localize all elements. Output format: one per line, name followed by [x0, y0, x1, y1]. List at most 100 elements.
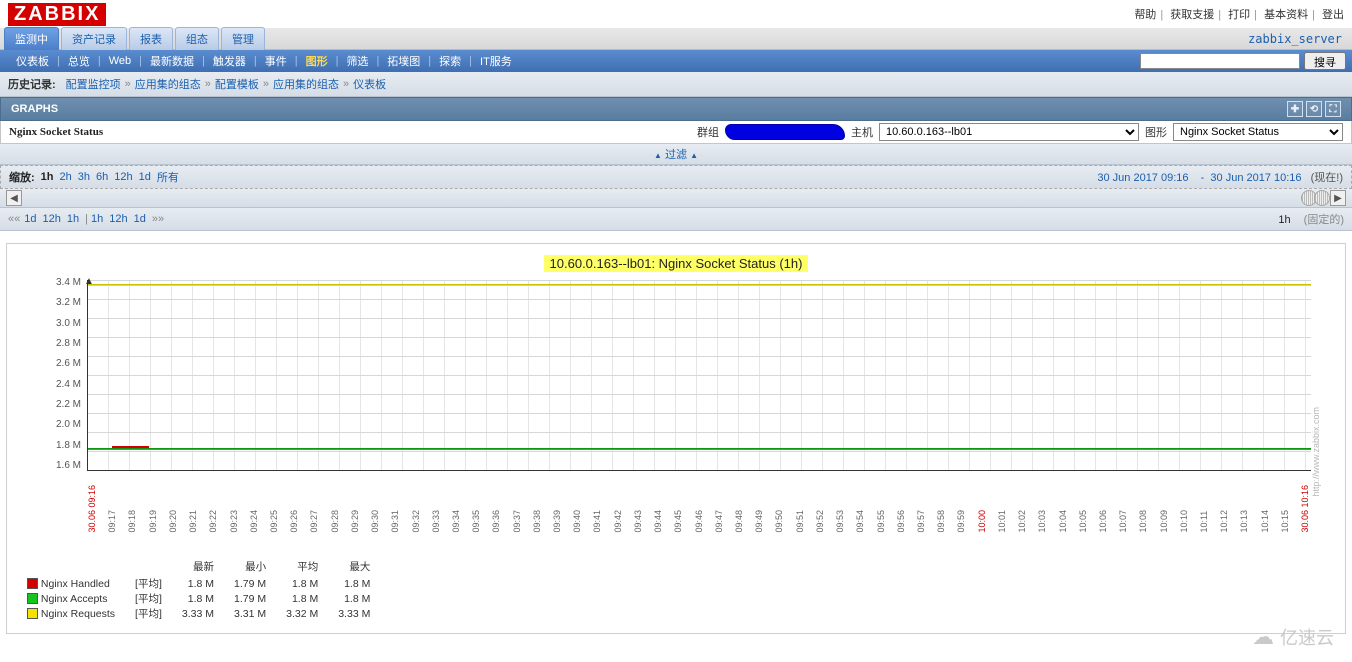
slider-handle-icon[interactable]: [1304, 190, 1330, 206]
zoom-3h[interactable]: 3h: [78, 171, 90, 183]
subtab-web[interactable]: Web: [101, 55, 139, 67]
nav-back-1h[interactable]: 1h: [67, 213, 79, 225]
chart-plot-area[interactable]: 3.4 M3.2 M 3.0 M2.8 M 2.6 M2.4 M 2.2 M2.…: [87, 277, 1311, 487]
x-tick: 10:08: [1138, 485, 1148, 533]
host-select[interactable]: 10.60.0.163--lb01: [879, 123, 1139, 141]
main-tabs: 监测中 资产记录 报表 组态 管理 zabbix_server: [0, 28, 1352, 50]
x-tick: 09:18: [127, 485, 137, 533]
top-links: 帮助| 获取支援| 打印| 基本资料| 登出: [1134, 6, 1344, 22]
slider-track[interactable]: [24, 191, 1302, 205]
x-tick: 09:19: [148, 485, 158, 533]
history-bar: 历史记录: 配置监控项» 应用集的组态» 配置模板» 应用集的组态» 仪表板: [0, 72, 1352, 97]
subtab-overview[interactable]: 总览: [60, 53, 98, 69]
zoom-2h[interactable]: 2h: [60, 171, 72, 183]
provider-watermark: http://www.zabbix.com: [1311, 407, 1321, 497]
subtab-itservices[interactable]: IT服务: [472, 53, 520, 69]
x-tick: 10:06: [1098, 485, 1108, 533]
x-tick: 09:30: [370, 485, 380, 533]
slider-right-icon[interactable]: ▶: [1330, 190, 1346, 206]
swatch-icon: [27, 608, 38, 619]
x-tick: 09:45: [673, 485, 683, 533]
subtab-discovery[interactable]: 探索: [431, 53, 469, 69]
history-link[interactable]: 配置模板: [215, 76, 259, 92]
search-button[interactable]: 搜寻: [1304, 52, 1346, 70]
series-requests: [88, 284, 1311, 286]
subtab-screens[interactable]: 筛选: [338, 53, 376, 69]
history-link[interactable]: 应用集的组态: [273, 76, 339, 92]
search-input[interactable]: [1140, 53, 1300, 69]
x-tick: 09:44: [653, 485, 663, 533]
help-link[interactable]: 帮助: [1134, 9, 1156, 21]
history-link[interactable]: 仪表板: [353, 76, 386, 92]
history-link[interactable]: 配置监控项: [66, 76, 121, 92]
x-tick: 09:51: [795, 485, 805, 533]
x-tick: 09:43: [633, 485, 643, 533]
slider-left-icon[interactable]: ◀: [6, 190, 22, 206]
x-tick: 09:59: [956, 485, 966, 533]
tab-monitoring[interactable]: 监测中: [4, 27, 59, 50]
support-link[interactable]: 获取支援: [1170, 9, 1214, 21]
nav-back-12h[interactable]: 12h: [43, 213, 61, 225]
nav-fwd-12h[interactable]: 12h: [109, 213, 127, 225]
plot-surface: ▲: [87, 280, 1311, 471]
x-tick: 09:20: [168, 485, 178, 533]
x-tick: 09:58: [936, 485, 946, 533]
rewind-icon: ««: [8, 213, 20, 225]
zoom-to[interactable]: 30 Jun 2017 10:16: [1210, 172, 1301, 184]
zoom-all[interactable]: 所有: [157, 169, 179, 185]
tab-administration[interactable]: 管理: [221, 27, 265, 50]
reset-icon[interactable]: ⟲: [1306, 101, 1322, 117]
x-tick: 09:38: [532, 485, 542, 533]
filter-toggle[interactable]: ▲ 过滤 ▲: [654, 149, 698, 161]
graph-label: 图形: [1145, 124, 1167, 140]
zoom-1h[interactable]: 1h: [41, 171, 54, 183]
zoom-1d[interactable]: 1d: [139, 171, 151, 183]
subtab-maps[interactable]: 拓墣图: [379, 53, 428, 69]
x-tick: 09:41: [592, 485, 602, 533]
x-tick: 09:26: [289, 485, 299, 533]
tab-inventory[interactable]: 资产记录: [61, 27, 127, 50]
nav-back-1d[interactable]: 1d: [24, 213, 36, 225]
zoom-6h[interactable]: 6h: [96, 171, 108, 183]
graph-select[interactable]: Nginx Socket Status: [1173, 123, 1343, 141]
x-tick: 09:47: [714, 485, 724, 533]
x-tick: 10:04: [1058, 485, 1068, 533]
x-tick: 09:56: [896, 485, 906, 533]
time-slider: ◀ ▶: [0, 189, 1352, 208]
series-handled: [112, 446, 149, 448]
history-link[interactable]: 应用集的组态: [135, 76, 201, 92]
history-label: 历史记录:: [8, 76, 56, 92]
x-tick: 09:24: [249, 485, 259, 533]
zoom-now: (现在!): [1311, 172, 1343, 184]
profile-link[interactable]: 基本资料: [1264, 9, 1308, 21]
x-tick: 09:42: [613, 485, 623, 533]
x-tick: 09:55: [876, 485, 886, 533]
subtab-latest[interactable]: 最新数据: [142, 53, 202, 69]
graph-container: 10.60.0.163--lb01: Nginx Socket Status (…: [6, 243, 1346, 634]
x-tick: 30.06 09:16: [87, 485, 97, 533]
zoom-from[interactable]: 30 Jun 2017 09:16: [1097, 172, 1188, 184]
subtab-graphs[interactable]: 图形: [298, 53, 336, 69]
subtab-dashboard[interactable]: 仪表板: [8, 53, 57, 69]
tab-configuration[interactable]: 组态: [175, 27, 219, 50]
x-tick: 09:32: [411, 485, 421, 533]
x-tick: 09:34: [451, 485, 461, 533]
x-tick: 09:28: [330, 485, 340, 533]
zoom-12h[interactable]: 12h: [114, 171, 132, 183]
fullscreen-icon[interactable]: ⛶: [1325, 101, 1341, 117]
print-link[interactable]: 打印: [1228, 9, 1250, 21]
x-tick: 09:48: [734, 485, 744, 533]
tab-reports[interactable]: 报表: [129, 27, 173, 50]
logout-link[interactable]: 登出: [1322, 9, 1344, 21]
nav-fixed-label: (固定的): [1304, 214, 1344, 226]
x-tick: 09:25: [269, 485, 279, 533]
favorite-icon[interactable]: ✚: [1287, 101, 1303, 117]
nav-fwd-1h[interactable]: 1h: [91, 213, 103, 225]
nav-step-bar: «« 1d 12h 1h | 1h 12h 1d »» 1h (固定的): [0, 208, 1352, 231]
fastforward-icon: »»: [152, 213, 164, 225]
subtab-triggers[interactable]: 触发器: [205, 53, 254, 69]
group-select-redacted[interactable]: [725, 124, 845, 140]
subtab-events[interactable]: 事件: [257, 53, 295, 69]
zoom-bar: 缩放: 1h 2h 3h 6h 12h 1d 所有 30 Jun 2017 09…: [0, 165, 1352, 189]
nav-fwd-1d[interactable]: 1d: [134, 213, 146, 225]
